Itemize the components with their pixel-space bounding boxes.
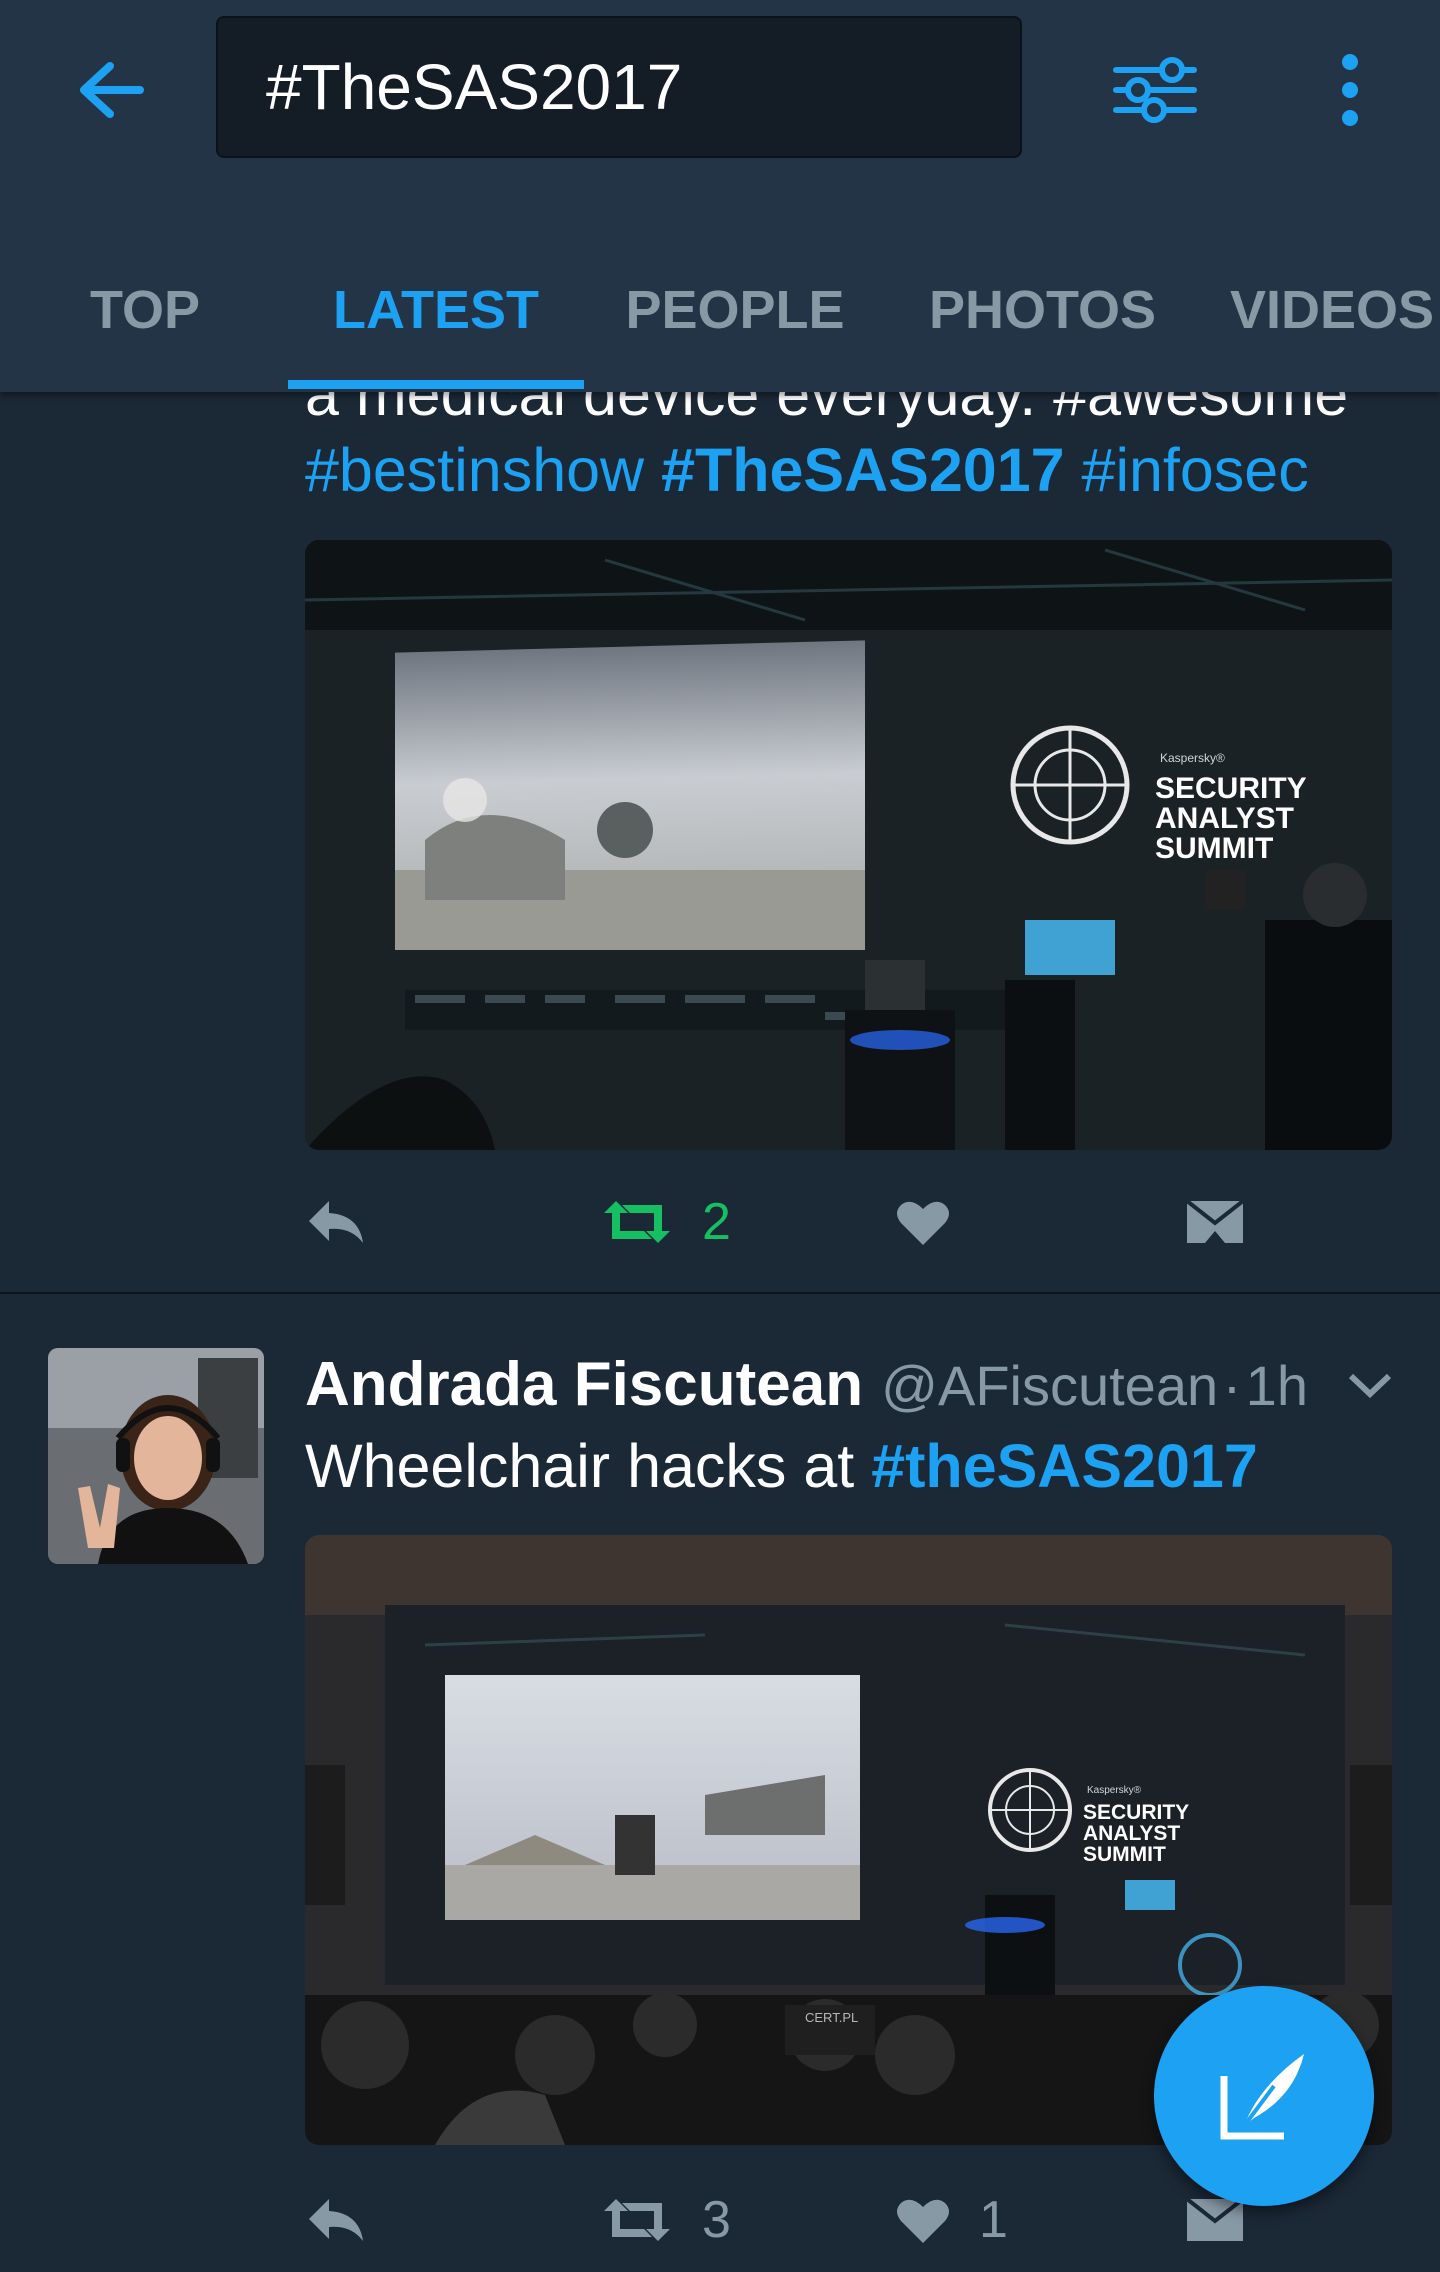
tab-top[interactable]: TOP bbox=[40, 260, 250, 360]
hashtag-link[interactable]: #bestinshow bbox=[305, 436, 644, 504]
brand-text: Kaspersky® bbox=[1087, 1785, 1142, 1796]
search-query: #TheSAS2017 bbox=[266, 51, 683, 123]
summit-title-1: SECURITY bbox=[1155, 772, 1307, 805]
back-arrow-icon bbox=[80, 62, 144, 118]
tweet-options-button[interactable] bbox=[1345, 1360, 1395, 1410]
retweet-button[interactable]: 3 bbox=[600, 2170, 731, 2270]
avatar-photo bbox=[48, 1348, 264, 1564]
tab-people[interactable]: PEOPLE bbox=[610, 260, 860, 360]
author-name[interactable]: Andrada Fiscutean bbox=[305, 1350, 863, 1419]
compose-tweet-button[interactable] bbox=[1154, 1986, 1374, 2206]
tweet-body: Wheelchair hacks at bbox=[305, 1432, 872, 1500]
summit-title-2: ANALYST bbox=[1155, 802, 1294, 835]
filter-icon bbox=[1113, 57, 1197, 123]
direct-message-button[interactable] bbox=[1185, 1172, 1245, 1272]
summit-title-1: SECURITY bbox=[1083, 1801, 1189, 1824]
brand-text: Kaspersky® bbox=[1160, 751, 1225, 765]
app-header: #TheSAS2017 TOP LATEST PEOPLE PHOTOS VID… bbox=[0, 0, 1440, 392]
tweet-hashtags: #bestinshow #TheSAS2017 #infosec bbox=[305, 424, 1309, 516]
heart-icon bbox=[897, 1201, 949, 1245]
search-input[interactable]: #TheSAS2017 bbox=[216, 16, 1022, 158]
tab-videos[interactable]: VIDEOS bbox=[1230, 260, 1440, 360]
tweet-text: Wheelchair hacks at #theSAS2017 bbox=[305, 1420, 1258, 1512]
search-tabs: TOP LATEST PEOPLE PHOTOS VIDEOS bbox=[0, 240, 1440, 392]
retweet-count: 2 bbox=[702, 1193, 731, 1251]
reply-icon bbox=[309, 1201, 363, 1243]
author-handle[interactable]: @AFiscutean bbox=[881, 1354, 1218, 1417]
separator: · bbox=[1222, 1354, 1242, 1417]
tweet-divider bbox=[0, 1292, 1440, 1294]
like-button[interactable]: 1 bbox=[895, 2170, 1008, 2270]
reply-icon bbox=[309, 2199, 363, 2241]
tweet-photo[interactable]: Kaspersky® SECURITY ANALYST SUMMIT bbox=[305, 540, 1392, 1150]
retweet-icon bbox=[604, 2199, 670, 2241]
reply-button[interactable] bbox=[305, 1172, 367, 1272]
hashtag-link[interactable]: #infosec bbox=[1082, 436, 1309, 504]
hashtag-link[interactable]: #TheSAS2017 bbox=[661, 436, 1065, 504]
back-button[interactable] bbox=[70, 50, 156, 136]
sign-text: CERT.PL bbox=[805, 2010, 858, 2025]
more-options-button[interactable] bbox=[1330, 50, 1370, 130]
compose-icon bbox=[1220, 2054, 1304, 2140]
more-vertical-icon bbox=[1342, 54, 1358, 126]
summit-title-2: ANALYST bbox=[1083, 1822, 1180, 1845]
search-filter-button[interactable] bbox=[1110, 50, 1200, 130]
direct-message-icon bbox=[1185, 1199, 1245, 1243]
tweet-time: 1h bbox=[1245, 1354, 1308, 1417]
summit-title-3: SUMMIT bbox=[1083, 1843, 1166, 1866]
tab-latest[interactable]: LATEST bbox=[288, 260, 584, 360]
heart-icon bbox=[897, 2199, 949, 2243]
tab-photos[interactable]: PHOTOS bbox=[900, 260, 1185, 360]
reply-button[interactable] bbox=[305, 2170, 367, 2270]
retweet-count: 3 bbox=[702, 2191, 731, 2249]
tweet-actions: 2 bbox=[305, 1172, 1392, 1272]
hashtag-link[interactable]: #theSAS2017 bbox=[871, 1432, 1258, 1500]
tweet-header: Andrada Fiscutean @AFiscutean · 1h bbox=[305, 1340, 1308, 1430]
like-count: 1 bbox=[979, 2191, 1008, 2249]
like-button[interactable] bbox=[895, 1172, 951, 1272]
summit-title-3: SUMMIT bbox=[1155, 832, 1273, 865]
retweet-button[interactable]: 2 bbox=[600, 1172, 731, 1272]
active-tab-indicator bbox=[288, 380, 584, 389]
retweet-icon bbox=[604, 1201, 670, 1243]
avatar[interactable] bbox=[48, 1348, 264, 1564]
caret-down-icon bbox=[1348, 1373, 1392, 1399]
stage-photo: Kaspersky® SECURITY ANALYST SUMMIT bbox=[305, 540, 1392, 1150]
